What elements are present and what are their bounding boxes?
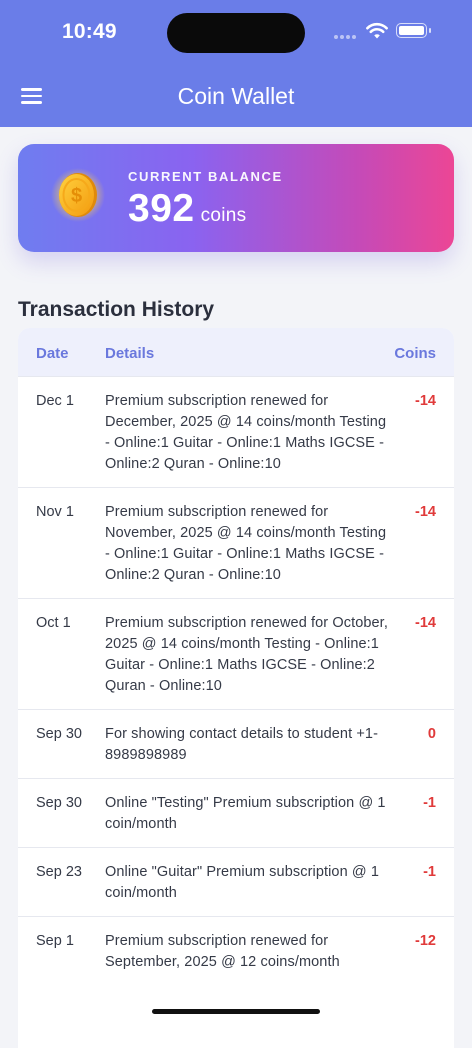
dollar-coin-icon: $: [51, 168, 105, 222]
balance-unit: coins: [200, 205, 247, 226]
transaction-details: Online "Guitar" Premium subscription @ 1…: [105, 864, 379, 901]
transaction-coins: -12: [415, 933, 436, 949]
transaction-coins: -1: [423, 795, 436, 811]
transaction-date: Oct 1: [36, 615, 71, 631]
transaction-coins: 0: [427, 726, 436, 742]
transaction-date: Sep 23: [36, 864, 82, 880]
column-header-details: Details: [105, 345, 155, 362]
transaction-coins: -14: [415, 393, 436, 409]
balance-value: 392: [128, 187, 195, 230]
transaction-coins: -14: [415, 504, 436, 520]
transaction-details: Premium subscription renewed for Novembe…: [105, 504, 387, 583]
app-header: 10:49 Coin Wallet: [0, 0, 472, 127]
transaction-date: Sep 30: [36, 726, 82, 742]
status-time: 10:49: [62, 20, 117, 43]
home-indicator[interactable]: [152, 1009, 320, 1014]
transaction-history-title: Transaction History: [18, 298, 215, 322]
svg-text:$: $: [71, 185, 82, 207]
table-row: Sep 30 For showing contact details to stu…: [18, 709, 454, 778]
column-header-coins: Coins: [394, 345, 436, 362]
dynamic-island: [167, 13, 305, 53]
transaction-details: For showing contact details to student +…: [105, 726, 379, 763]
app-title: Coin Wallet: [177, 83, 295, 109]
transaction-date: Dec 1: [36, 393, 74, 409]
table-row: Dec 1 Premium subscription renewed for De…: [18, 376, 454, 487]
wifi-icon: [366, 23, 388, 39]
transaction-coins: -1: [423, 864, 436, 880]
transaction-details: Premium subscription renewed for Decembe…: [105, 393, 387, 472]
transaction-details: Online "Testing" Premium subscription @ …: [105, 795, 386, 832]
transaction-details: Premium subscription renewed for October…: [105, 615, 388, 694]
transaction-rows: Dec 1 Premium subscription renewed for De…: [18, 376, 454, 985]
table-row: Sep 1 Premium subscription renewed for Se…: [18, 916, 454, 985]
transaction-table[interactable]: Date Details Coins Dec 1 Premium subscrip…: [18, 328, 454, 1048]
transaction-date: Nov 1: [36, 504, 74, 520]
table-row: Sep 30 Online "Testing" Premium subscript…: [18, 778, 454, 847]
table-row: Sep 23 Online "Guitar" Premium subscripti…: [18, 847, 454, 916]
cellular-signal-icon: [334, 35, 358, 40]
balance-amount: 392 coins: [128, 187, 246, 231]
balance-card: $ CURRENT BALANCE 392 coins: [18, 144, 454, 252]
transaction-date: Sep 30: [36, 795, 82, 811]
table-row: Nov 1 Premium subscription renewed for No…: [18, 487, 454, 598]
transaction-details: Premium subscription renewed for Septemb…: [105, 933, 340, 970]
transaction-coins: -14: [415, 615, 436, 631]
battery-icon: [396, 23, 431, 38]
table-row: Oct 1 Premium subscription renewed for Oc…: [18, 598, 454, 709]
balance-label: CURRENT BALANCE: [128, 169, 283, 184]
table-header: Date Details Coins: [18, 328, 454, 376]
transaction-date: Sep 1: [36, 933, 74, 949]
column-header-date: Date: [36, 345, 69, 362]
